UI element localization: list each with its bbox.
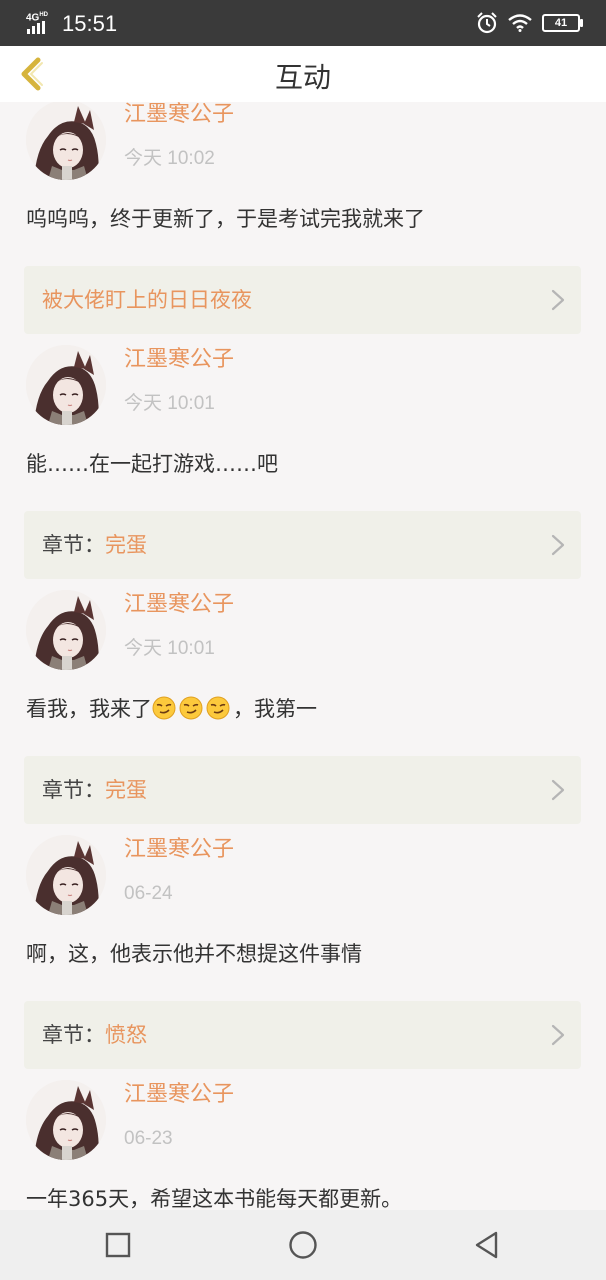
chapter-prefix: 章节： xyxy=(42,1023,105,1047)
comment-text-after: ，我第一 xyxy=(233,697,317,721)
comment-text: 呜呜呜，终于更新了，于是考试完我就来了 xyxy=(26,207,425,231)
comment-text: 啊，这，他表示他并不想提这件事情 xyxy=(26,942,362,966)
avatar[interactable] xyxy=(26,345,106,425)
comment-item: 江墨寒公子 今天 10:02 呜呜呜，终于更新了，于是考试完我就来了 被大佬盯上… xyxy=(0,102,606,334)
system-nav-bar xyxy=(0,1210,606,1280)
back-icon[interactable] xyxy=(472,1230,502,1260)
alarm-icon xyxy=(477,12,497,34)
status-bar: 4GHD 15:51 41 xyxy=(0,0,606,46)
comment-time: 06-24 xyxy=(124,883,173,904)
chevron-right-icon xyxy=(551,534,565,556)
chapter-link-label: 章节：完蛋 xyxy=(42,775,147,805)
chevron-right-icon xyxy=(551,779,565,801)
comment-text-before: 看我，我来了 xyxy=(26,697,152,721)
header-bar: 互动 xyxy=(0,46,606,102)
signal-icon: 4GHD xyxy=(26,10,56,34)
avatar[interactable] xyxy=(26,1080,106,1160)
wifi-icon xyxy=(508,14,532,32)
chapter-link-label: 章节：愤怒 xyxy=(42,1020,147,1050)
comment-time: 今天 10:01 xyxy=(124,393,215,414)
battery-level: 41 xyxy=(554,17,568,29)
network-sup: HD xyxy=(39,12,49,18)
username[interactable]: 江墨寒公子 xyxy=(124,835,234,865)
chapter-title: 完蛋 xyxy=(105,533,147,557)
username[interactable]: 江墨寒公子 xyxy=(124,1080,234,1110)
status-time: 15:51 xyxy=(62,11,118,36)
comment-time: 今天 10:02 xyxy=(124,148,215,169)
smirk-emoji-icon xyxy=(152,696,176,720)
chapter-link-label: 章节：完蛋 xyxy=(42,530,147,560)
recent-apps-icon[interactable] xyxy=(103,1230,133,1260)
avatar[interactable] xyxy=(26,835,106,915)
comment-time: 06-23 xyxy=(124,1128,173,1149)
comment-item: 江墨寒公子 06-24 啊，这，他表示他并不想提这件事情 章节：愤怒 xyxy=(0,813,606,1069)
comment-item: 江墨寒公子 06-23 一年365天，希望这本书能每天都更新。 xyxy=(0,1058,606,1210)
book-link-label: 被大佬盯上的日日夜夜 xyxy=(42,285,252,315)
chapter-prefix: 章节： xyxy=(42,533,105,557)
chevron-right-icon xyxy=(551,1024,565,1046)
battery-icon: 41 xyxy=(542,14,583,32)
smirk-emoji-icon xyxy=(206,696,230,720)
chapter-title: 愤怒 xyxy=(105,1023,147,1047)
comment-feed[interactable]: 江墨寒公子 今天 10:02 呜呜呜，终于更新了，于是考试完我就来了 被大佬盯上… xyxy=(0,102,606,1210)
avatar[interactable] xyxy=(26,590,106,670)
book-title: 被大佬盯上的日日夜夜 xyxy=(42,288,252,312)
page-title: 互动 xyxy=(274,61,331,94)
username[interactable]: 江墨寒公子 xyxy=(124,102,234,130)
username[interactable]: 江墨寒公子 xyxy=(124,345,234,375)
comment-text: 看我，我来了 ，我第一 xyxy=(26,694,317,724)
comment-item: 江墨寒公子 今天 10:01 看我，我来了 ，我第一 章节：完蛋 xyxy=(0,568,606,824)
smirk-emoji-icon xyxy=(179,696,203,720)
comment-text: 能……在一起打游戏……吧 xyxy=(26,452,278,476)
username[interactable]: 江墨寒公子 xyxy=(124,590,234,620)
chapter-prefix: 章节： xyxy=(42,778,105,802)
comment-time: 今天 10:01 xyxy=(124,638,215,659)
comment-item: 江墨寒公子 今天 10:01 能……在一起打游戏……吧 章节：完蛋 xyxy=(0,323,606,579)
avatar[interactable] xyxy=(26,102,106,180)
comment-text: 一年365天，希望这本书能每天都更新。 xyxy=(26,1187,403,1210)
chapter-title: 完蛋 xyxy=(105,778,147,802)
chevron-right-icon xyxy=(551,289,565,311)
home-icon[interactable] xyxy=(288,1230,318,1260)
